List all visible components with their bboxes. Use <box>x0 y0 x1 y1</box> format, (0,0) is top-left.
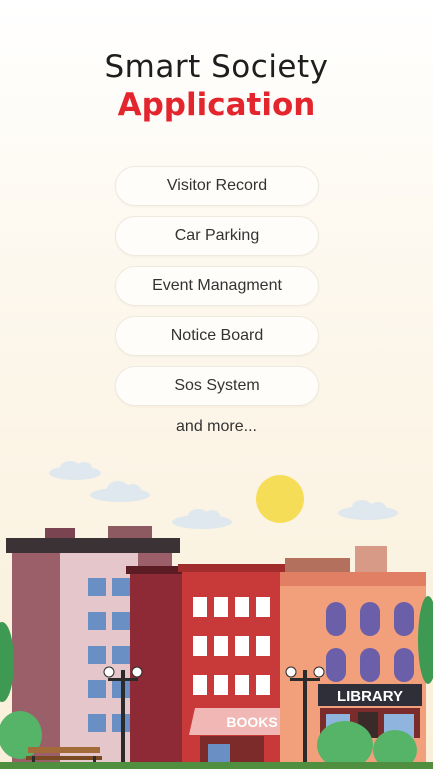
books-sign: BOOKS <box>226 714 277 730</box>
feature-visitor-record[interactable]: Visitor Record <box>115 166 319 206</box>
cloud-icon <box>49 461 101 480</box>
cloud-icon <box>338 500 398 520</box>
library-sign: LIBRARY <box>337 688 403 705</box>
title-line-smart-society: Smart Society <box>104 49 329 85</box>
ground <box>0 762 433 769</box>
feature-list: Visitor Record Car Parking Event Managme… <box>115 166 319 416</box>
feature-notice-board[interactable]: Notice Board <box>115 316 319 356</box>
city-illustration: BOOKS LIBRARY <box>0 461 433 769</box>
and-more-text: and more... <box>176 418 257 435</box>
title-line-application: Application <box>117 87 316 123</box>
cloud-icon <box>90 481 150 502</box>
feature-event-management[interactable]: Event Managment <box>115 266 319 306</box>
building-red: BOOKS <box>178 564 291 769</box>
sun-icon <box>256 475 304 523</box>
feature-sos-system[interactable]: Sos System <box>115 366 319 406</box>
app-title: Smart Society Application <box>0 48 433 124</box>
cloud-icon <box>172 509 232 529</box>
feature-car-parking[interactable]: Car Parking <box>115 216 319 256</box>
